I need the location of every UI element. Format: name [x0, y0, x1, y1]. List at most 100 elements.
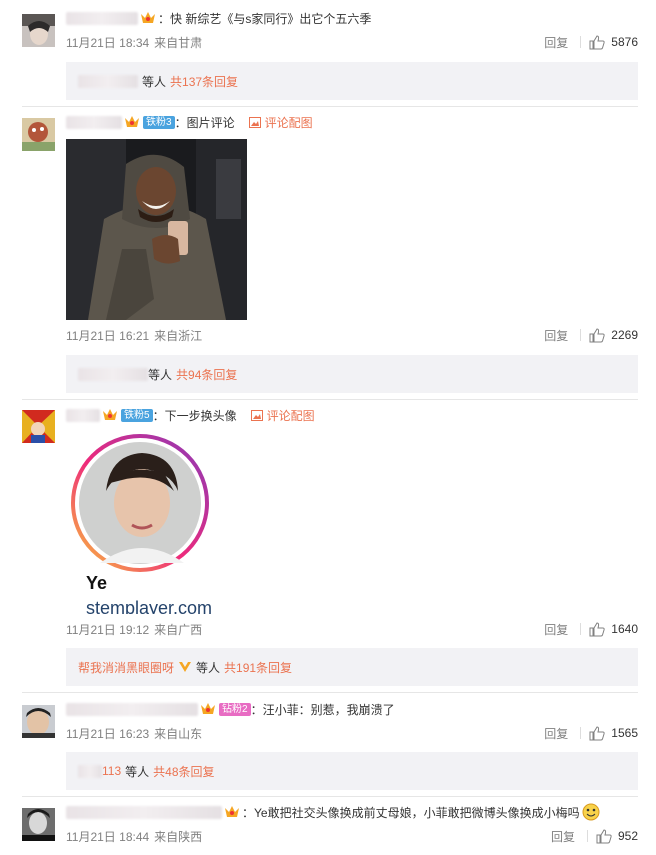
comment-image[interactable]: Ye stemplayer.com: [66, 433, 247, 614]
sub-reply-user[interactable]: 帮我消消黑眼圈呀: [78, 659, 174, 676]
comment-date: 11月21日 18:34: [66, 35, 150, 50]
comment-actions: 回复 2269: [544, 327, 638, 343]
like-icon[interactable]: [589, 34, 605, 50]
comment-image[interactable]: [66, 139, 247, 320]
sub-reply-user[interactable]: 113: [102, 764, 121, 778]
comment-pic-link[interactable]: 评论配图: [250, 407, 315, 424]
avatar[interactable]: [22, 705, 55, 738]
comment-text: ：图片评论: [174, 115, 235, 130]
sub-reply-count[interactable]: 共191条回复: [224, 659, 292, 676]
comment-date: 11月21日 16:23: [66, 726, 150, 741]
comment-location: 来自陕西: [154, 829, 203, 844]
sub-reply-count[interactable]: 共137条回复: [170, 73, 238, 90]
username[interactable]: [66, 11, 138, 25]
like-icon[interactable]: [596, 828, 612, 844]
comment-date: 11月21日 16:21: [66, 328, 150, 343]
avatar[interactable]: [22, 808, 55, 841]
crown-icon: [140, 10, 156, 27]
sub-reply-prefix: 等人: [148, 367, 173, 382]
comment-actions: 回复 1640: [544, 621, 638, 637]
like-count: 2269: [611, 328, 638, 342]
username[interactable]: [66, 115, 122, 129]
comment-header: 铁粉5 ：下一步换头像 评论配图: [66, 406, 315, 424]
like-count: 5876: [611, 35, 638, 49]
username[interactable]: [66, 408, 100, 422]
divider: [580, 623, 582, 635]
comment-actions: 回复 5876: [544, 34, 638, 50]
divider: [586, 830, 588, 842]
reply-button[interactable]: 回复: [551, 828, 575, 845]
comment-actions: 回复 1565: [544, 725, 638, 741]
comment-location: 来自山东: [154, 726, 203, 741]
comment-header: ：Ye敢把社交头像换成前丈母娘，小菲敢把微博头像换成小梅吗: [66, 803, 600, 821]
sub-reply-user-blur[interactable]: [78, 764, 102, 778]
divider: [580, 36, 582, 48]
divider: [22, 106, 638, 107]
username[interactable]: [66, 702, 198, 716]
comment-date: 11月21日 19:12: [66, 622, 150, 637]
fan-badge: 铁粉3: [143, 115, 175, 129]
comment-meta: 11月21日 19:12 来自广西: [66, 621, 202, 637]
vip-v-icon: [178, 661, 192, 673]
comment-header: 铁粉3 ：图片评论 评论配图: [66, 113, 313, 131]
comment-location: 来自甘肃: [154, 35, 203, 50]
comment-location: 来自浙江: [154, 328, 203, 343]
username[interactable]: [66, 805, 222, 819]
comment-meta: 11月21日 16:21 来自浙江: [66, 327, 202, 343]
sub-replies[interactable]: 等人 共94条回复: [66, 355, 638, 393]
crown-icon: [124, 114, 140, 131]
reply-button[interactable]: 回复: [544, 621, 568, 638]
comment-header: 钻粉2 ：汪小菲：别惹，我崩溃了: [66, 700, 395, 718]
comment-pic-label: 评论配图: [264, 115, 313, 130]
sub-reply-user[interactable]: [78, 367, 148, 381]
comment-text: ：快 新综艺《与s家同行》出它个五六季: [158, 11, 372, 26]
reply-button[interactable]: 回复: [544, 34, 568, 51]
sub-replies[interactable]: 113 等人 共48条回复: [66, 752, 638, 790]
like-count: 952: [617, 829, 638, 843]
comment-text: ：汪小菲：别惹，我崩溃了: [250, 702, 395, 717]
comment-text: ：Ye敢把社交头像换成前丈母娘，小菲敢把微博头像换成小梅吗: [242, 805, 580, 820]
avatar[interactable]: [22, 118, 55, 151]
like-icon[interactable]: [589, 621, 605, 637]
image-caption-url: stemplayer.com: [86, 598, 213, 614]
avatar[interactable]: [22, 14, 55, 47]
image-caption-ye: Ye: [86, 573, 108, 593]
crown-icon: [200, 701, 216, 718]
crown-icon: [102, 407, 118, 424]
sub-reply-prefix: 等人: [196, 660, 221, 675]
sub-reply-count[interactable]: 共94条回复: [176, 366, 237, 383]
divider: [22, 796, 638, 797]
reply-button[interactable]: 回复: [544, 725, 568, 742]
sub-reply-count[interactable]: 共48条回复: [153, 763, 214, 780]
fan-badge: 钻粉2: [219, 702, 251, 716]
sub-reply-prefix: 等人: [125, 764, 150, 779]
comment-header: ：快 新综艺《与s家同行》出它个五六季: [66, 9, 371, 27]
like-count: 1565: [611, 726, 638, 740]
comment-location: 来自广西: [154, 622, 203, 637]
comment-meta: 11月21日 18:34 来自甘肃: [66, 34, 202, 50]
crown-icon: [224, 804, 240, 821]
image-icon: [248, 116, 261, 128]
comment-meta: 11月21日 16:23 来自山东: [66, 725, 202, 741]
like-icon[interactable]: [589, 725, 605, 741]
comment-pic-label: 评论配图: [266, 408, 315, 423]
comment-pic-link[interactable]: 评论配图: [248, 114, 313, 131]
fan-badge: 铁粉5: [121, 408, 153, 422]
divider: [22, 399, 638, 400]
divider: [580, 727, 582, 739]
sub-replies[interactable]: 帮我消消黑眼圈呀 等人 共191条回复: [66, 648, 638, 686]
like-icon[interactable]: [589, 327, 605, 343]
sub-reply-prefix: 等人: [142, 74, 167, 89]
like-count: 1640: [611, 622, 638, 636]
comment-date: 11月21日 18:44: [66, 829, 150, 844]
divider: [580, 329, 582, 341]
sub-reply-user[interactable]: [78, 74, 138, 88]
sub-replies[interactable]: 等人 共137条回复: [66, 62, 638, 100]
comment-meta: 11月21日 18:44 来自陕西: [66, 828, 202, 844]
comment-actions: 回复 952: [551, 828, 638, 844]
avatar[interactable]: [22, 410, 55, 443]
divider: [22, 692, 638, 693]
reply-button[interactable]: 回复: [544, 327, 568, 344]
image-icon: [250, 409, 263, 421]
emoji-icon: [582, 803, 600, 821]
